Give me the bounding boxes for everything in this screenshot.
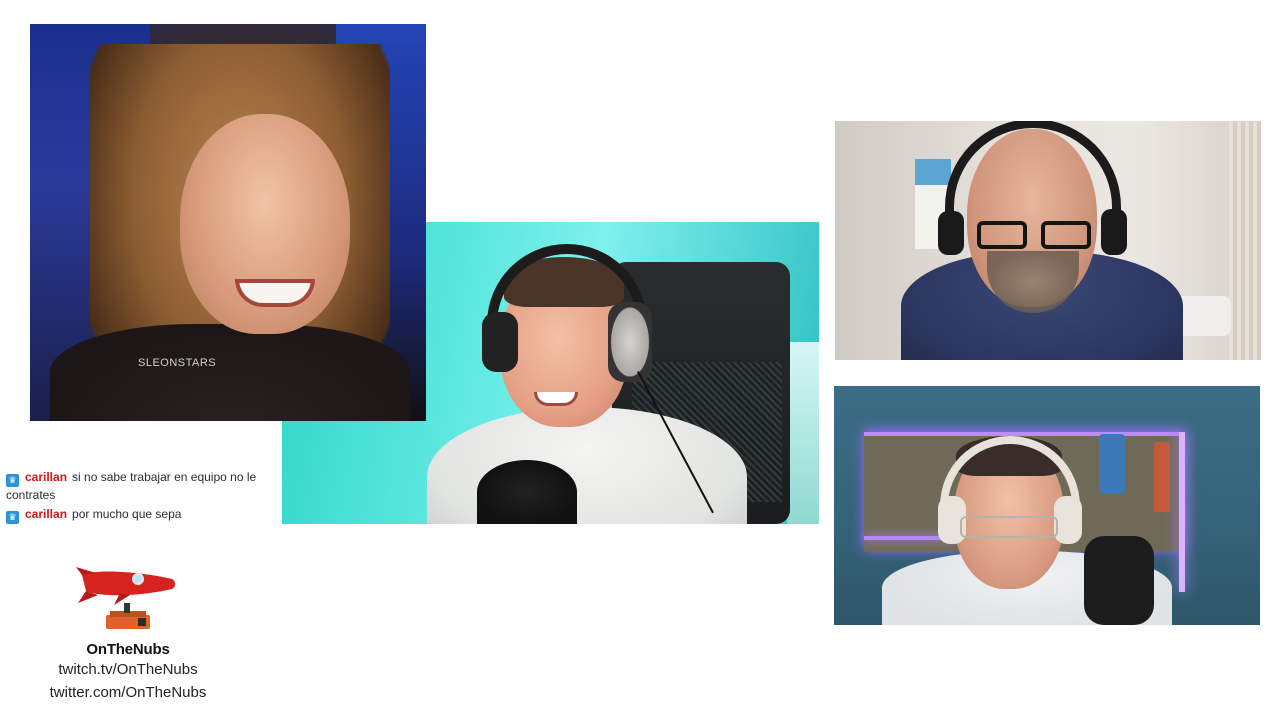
guest2-microphone-icon bbox=[1084, 536, 1154, 625]
clip-watermark: SLEONSTARS bbox=[138, 357, 217, 369]
chat-username: carillan bbox=[25, 470, 68, 484]
guest2-webcam-feed bbox=[834, 386, 1260, 625]
guest1-headphones-icon bbox=[945, 121, 1121, 229]
brand-name: OnTheNubs bbox=[86, 641, 170, 658]
video-clip-feed: SLEONSTARS bbox=[30, 24, 426, 421]
chat-message: ♛ carillan si no sabe trabajar en equipo n… bbox=[6, 469, 276, 503]
crown-badge-icon: ♛ bbox=[6, 511, 19, 524]
host-microphone-icon bbox=[477, 460, 577, 524]
chat-text: por mucho que sepa bbox=[72, 507, 182, 521]
guest2-tool-red bbox=[1154, 442, 1170, 512]
guest2-glasses-icon bbox=[960, 516, 1058, 538]
guest1-headphone-left bbox=[938, 211, 964, 255]
crown-badge-icon: ♛ bbox=[6, 474, 19, 487]
rocket-logo-icon bbox=[76, 567, 175, 629]
clip-person-shirt bbox=[50, 324, 410, 421]
channel-branding: OnTheNubs twitch.tv/OnTheNubs twitter.co… bbox=[40, 565, 216, 704]
guest1-headphone-right bbox=[1101, 209, 1127, 255]
guest2-headphone-right bbox=[1054, 496, 1082, 544]
guest2-led-strip-vertical bbox=[1179, 432, 1185, 592]
twitch-link[interactable]: twitch.tv/OnTheNubs bbox=[40, 658, 216, 681]
guest1-webcam-feed bbox=[835, 121, 1261, 360]
chat-username: carillan bbox=[25, 507, 68, 521]
guest1-curtain bbox=[1229, 121, 1261, 360]
chat-message: ♛ carillan por mucho que sepa bbox=[6, 506, 276, 524]
twitter-link[interactable]: twitter.com/OnTheNubs bbox=[40, 681, 216, 704]
host-headphone-left bbox=[482, 312, 518, 372]
guest2-tool-blue bbox=[1099, 434, 1125, 494]
chat-overlay: ♛ carillan si no sabe trabajar en equipo n… bbox=[6, 469, 276, 527]
